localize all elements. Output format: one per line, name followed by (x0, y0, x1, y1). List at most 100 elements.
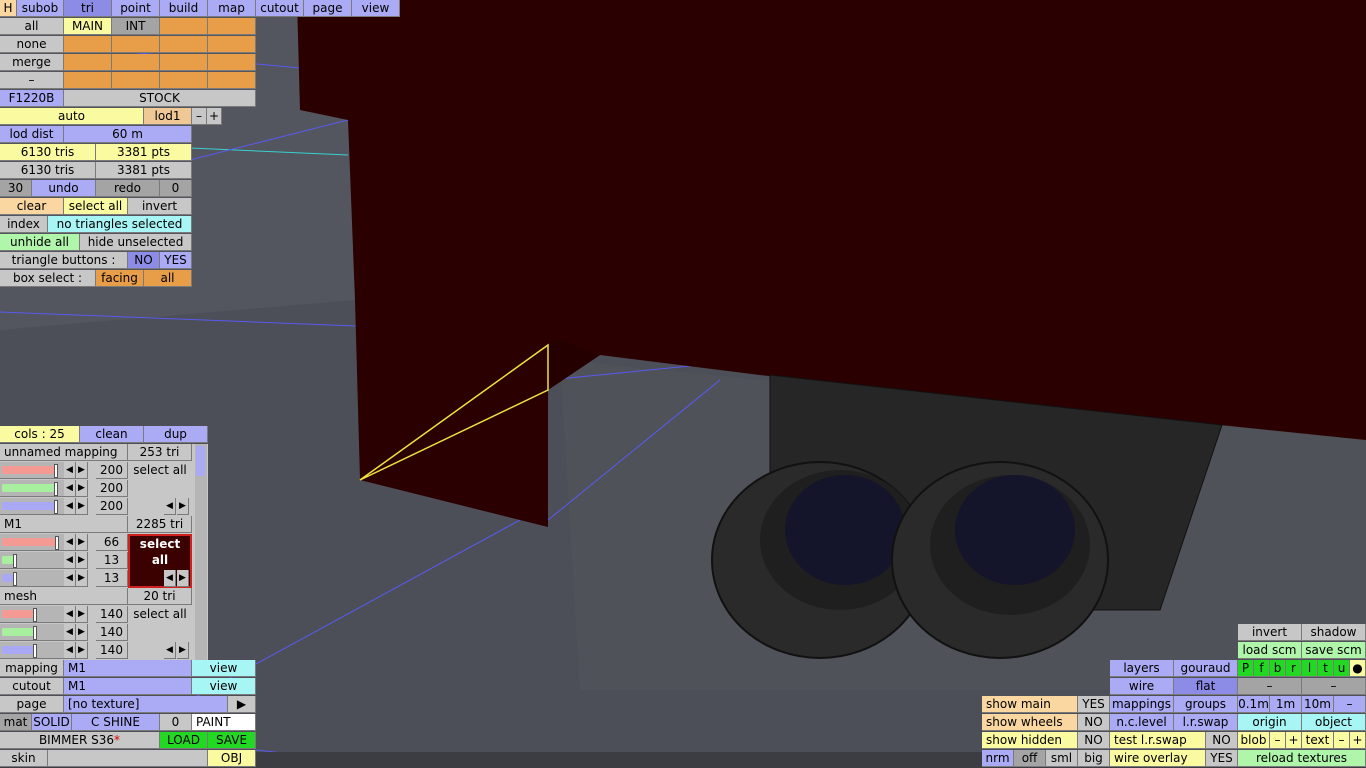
show-wheels-toggle[interactable]: NO (1078, 714, 1110, 731)
show-main-toggle[interactable]: YES (1078, 696, 1110, 713)
color-value[interactable]: 200 (96, 462, 128, 479)
material-select-all[interactable]: select all (128, 462, 192, 478)
layer-slot[interactable] (160, 54, 208, 71)
minus-button[interactable]: – (0, 72, 64, 89)
lod-auto-button[interactable]: auto (0, 108, 144, 125)
object-button[interactable]: object (1302, 714, 1366, 731)
show-hidden-toggle[interactable]: NO (1078, 732, 1110, 749)
decrement-arrow-icon[interactable]: ◀ (64, 606, 76, 623)
view-letter-3[interactable]: r (1286, 660, 1302, 677)
view-letter-4[interactable]: l (1302, 660, 1318, 677)
decrement-arrow-icon[interactable]: ◀ (64, 570, 76, 587)
grid-0-1m[interactable]: 0.1m (1238, 696, 1270, 713)
blob-plus-button[interactable]: + (1286, 732, 1302, 749)
view-letter-2[interactable]: b (1270, 660, 1286, 677)
layer-slot[interactable] (160, 36, 208, 53)
increment-arrow-icon[interactable]: ▶ (76, 462, 88, 479)
merge-button[interactable]: merge (0, 54, 64, 71)
material-select-all[interactable]: select all (128, 606, 192, 622)
menu-page[interactable]: page (304, 0, 352, 17)
flat-button[interactable]: flat (1174, 678, 1238, 695)
cutout-value[interactable]: M1 (64, 678, 192, 695)
color-value[interactable]: 200 (96, 498, 128, 515)
select-all-button[interactable]: all (0, 18, 64, 35)
decrement-arrow-icon[interactable]: ◀ (64, 552, 76, 569)
load-scm-button[interactable]: load scm (1238, 642, 1302, 659)
increment-arrow-icon[interactable]: ▶ (76, 552, 88, 569)
test-lr-swap-toggle[interactable]: NO (1206, 732, 1238, 749)
color-slider[interactable] (0, 642, 64, 659)
material-name[interactable]: mesh (0, 588, 128, 605)
text-minus-button[interactable]: – (1334, 732, 1350, 749)
increment-arrow-icon[interactable]: ▶ (76, 534, 88, 551)
paint-button[interactable]: PAINT (192, 714, 256, 731)
layer-slot[interactable] (64, 72, 112, 89)
clean-button[interactable]: clean (80, 426, 144, 443)
origin-button[interactable]: origin (1238, 714, 1302, 731)
color-value[interactable]: 140 (96, 642, 128, 659)
lr-swap-button[interactable]: l.r.swap (1174, 714, 1238, 731)
lod-level[interactable]: lod1 (144, 108, 192, 125)
decrement-arrow-icon[interactable]: ◀ (64, 624, 76, 641)
swatch-prev-arrow-icon[interactable]: ◀ (164, 498, 176, 515)
lod-minus-button[interactable]: – (192, 108, 207, 125)
box-select-all[interactable]: all (144, 270, 192, 287)
cutout-view-button[interactable]: view (192, 678, 256, 695)
layer-slot[interactable] (64, 36, 112, 53)
layer-slot[interactable] (112, 72, 160, 89)
view-letter-6[interactable]: u (1334, 660, 1350, 677)
color-slider[interactable] (0, 606, 64, 623)
layer-slot[interactable] (160, 72, 208, 89)
shadow-button[interactable]: shadow (1302, 624, 1366, 641)
menu-tri[interactable]: tri (64, 0, 112, 17)
color-slider[interactable] (0, 624, 64, 641)
layer-slot[interactable] (64, 54, 112, 71)
mappings-button[interactable]: mappings (1110, 696, 1174, 713)
home-button[interactable]: H (0, 0, 17, 17)
increment-arrow-icon[interactable]: ▶ (76, 642, 88, 659)
dup-button[interactable]: dup (144, 426, 208, 443)
menu-map[interactable]: map (208, 0, 256, 17)
triangle-buttons-yes[interactable]: YES (160, 252, 192, 269)
nrm-button[interactable]: nrm (982, 750, 1014, 767)
increment-arrow-icon[interactable]: ▶ (76, 498, 88, 515)
triangle-buttons-no[interactable]: NO (128, 252, 160, 269)
solid-button[interactable]: SOLID (32, 714, 72, 731)
wire-overlay-toggle[interactable]: YES (1206, 750, 1238, 767)
swatch-prev-arrow-icon[interactable]: ◀ (164, 642, 176, 659)
nc-level-button[interactable]: n.c.level (1110, 714, 1174, 731)
invert-normals-button[interactable]: invert (1238, 624, 1302, 641)
mapping-view-button[interactable]: view (192, 660, 256, 677)
material-scrollbar[interactable] (195, 444, 207, 660)
material-name[interactable]: unnamed mapping (0, 444, 128, 461)
color-value[interactable]: 200 (96, 480, 128, 497)
increment-arrow-icon[interactable]: ▶ (76, 624, 88, 641)
grid-10m[interactable]: 10m (1302, 696, 1334, 713)
swatch-next-arrow-icon[interactable]: ▶ (177, 642, 189, 659)
menu-point[interactable]: point (112, 0, 160, 17)
page-value[interactable]: [no texture] (64, 696, 228, 713)
view-letter-5[interactable]: t (1318, 660, 1334, 677)
swatch-next-arrow-icon[interactable]: ▶ (177, 570, 189, 587)
color-slider[interactable] (0, 462, 64, 479)
select-none-button[interactable]: none (0, 36, 64, 53)
color-value[interactable]: 140 (96, 606, 128, 623)
unhide-all-button[interactable]: unhide all (0, 234, 80, 251)
swatch-next-arrow-icon[interactable]: ▶ (177, 498, 189, 515)
layer-main[interactable]: MAIN (64, 18, 112, 35)
swatch-prev-arrow-icon[interactable]: ◀ (164, 570, 176, 587)
increment-arrow-icon[interactable]: ▶ (76, 606, 88, 623)
decrement-arrow-icon[interactable]: ◀ (64, 534, 76, 551)
off-button[interactable]: off (1014, 750, 1046, 767)
box-select-facing[interactable]: facing (96, 270, 144, 287)
decrement-arrow-icon[interactable]: ◀ (64, 642, 76, 659)
gouraud-button[interactable]: gouraud (1174, 660, 1238, 677)
big-button[interactable]: big (1078, 750, 1110, 767)
save-button[interactable]: SAVE (208, 732, 256, 749)
increment-arrow-icon[interactable]: ▶ (76, 480, 88, 497)
obj-button[interactable]: OBJ (208, 750, 256, 767)
decrement-arrow-icon[interactable]: ◀ (64, 498, 76, 515)
color-value[interactable]: 13 (96, 570, 128, 587)
undo-button[interactable]: undo (32, 180, 96, 197)
layer-slot[interactable] (112, 36, 160, 53)
